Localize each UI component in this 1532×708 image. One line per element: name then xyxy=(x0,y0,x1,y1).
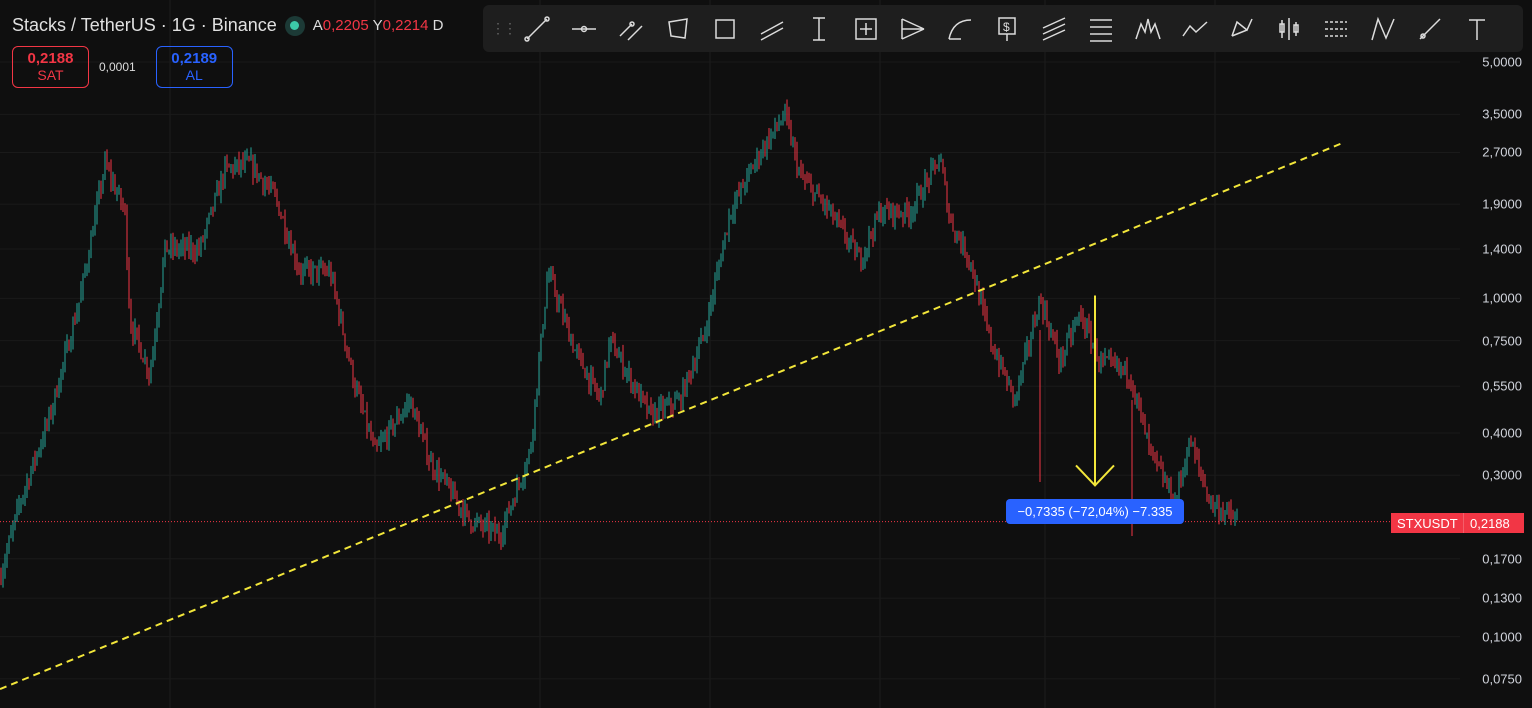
symbol-title[interactable]: Stacks / TetherUS · 1G · Binance xyxy=(12,15,277,36)
price-axis-label: 1,4000 xyxy=(1482,241,1522,257)
parallel-channel-icon[interactable] xyxy=(613,11,649,47)
arc-icon[interactable] xyxy=(942,11,978,47)
flat-channel-icon[interactable] xyxy=(754,11,790,47)
fib-retracement-icon[interactable] xyxy=(1083,11,1119,47)
price-axis-label: 0,1300 xyxy=(1482,590,1522,606)
last-price-tag: 0,2188 xyxy=(1463,513,1524,533)
candles-bars-icon[interactable] xyxy=(1271,11,1307,47)
measure-label: −0,7335 (−72,04%) −7.335 xyxy=(1006,499,1184,524)
price-range-icon[interactable] xyxy=(801,11,837,47)
drag-handle-icon[interactable]: ⋮⋮ xyxy=(491,20,517,37)
price-axis-label: 2,7000 xyxy=(1482,144,1522,160)
price-axis-label: 0,5500 xyxy=(1482,378,1522,394)
market-status-icon xyxy=(284,15,305,36)
svg-text:$: $ xyxy=(1003,20,1010,34)
pitchfork-icon[interactable] xyxy=(895,11,931,47)
sell-button[interactable]: 0,2188 SAT xyxy=(12,46,89,88)
symbol-header: Stacks / TetherUS · 1G · Binance A0,2205… xyxy=(12,15,444,36)
price-axis-label: 1,0000 xyxy=(1482,290,1522,306)
drawing-toolbar: ⋮⋮ $ xyxy=(483,5,1523,52)
price-axis-label: 0,1700 xyxy=(1482,551,1522,567)
price-axis-label: 3,5000 xyxy=(1482,106,1522,122)
horizontal-ray-icon[interactable] xyxy=(566,11,602,47)
price-axis-label: 0,1000 xyxy=(1482,629,1522,645)
buy-button[interactable]: 0,2189 AL xyxy=(155,46,233,88)
price-chart[interactable] xyxy=(0,0,1532,708)
ray-icon[interactable] xyxy=(1412,11,1448,47)
price-axis-label: 0,7500 xyxy=(1482,333,1522,349)
price-axis-label: 0,3000 xyxy=(1482,467,1522,483)
price-axis-label: 0,4000 xyxy=(1482,425,1522,441)
rectangle-rotated-icon[interactable] xyxy=(660,11,696,47)
triangle-pattern-icon[interactable] xyxy=(1365,11,1401,47)
ohlc-values: A0,2205 Y0,2214 D xyxy=(312,17,444,34)
price-axis-label: 0,0750 xyxy=(1482,671,1522,687)
price-axis-label: 1,9000 xyxy=(1482,196,1522,212)
price-axis[interactable]: 5,0000 3,5000 2,7000 1,9000 1,4000 1,0000 0,75… xyxy=(1460,0,1532,708)
price-label-icon[interactable]: $ xyxy=(989,11,1025,47)
head-shoulders-icon[interactable] xyxy=(1130,11,1166,47)
symbol-tag: STXUSDT xyxy=(1391,513,1464,533)
trend-line-icon[interactable] xyxy=(519,11,555,47)
path-icon[interactable] xyxy=(1177,11,1213,47)
date-price-range-icon[interactable] xyxy=(848,11,884,47)
spread-value: 0,0001 xyxy=(99,60,136,74)
price-axis-label: 5,0000 xyxy=(1482,54,1522,70)
fib-channel-icon[interactable] xyxy=(1036,11,1072,47)
rectangle-icon[interactable] xyxy=(707,11,743,47)
long-position-icon[interactable] xyxy=(1318,11,1354,47)
pattern-xabcd-icon[interactable] xyxy=(1224,11,1260,47)
